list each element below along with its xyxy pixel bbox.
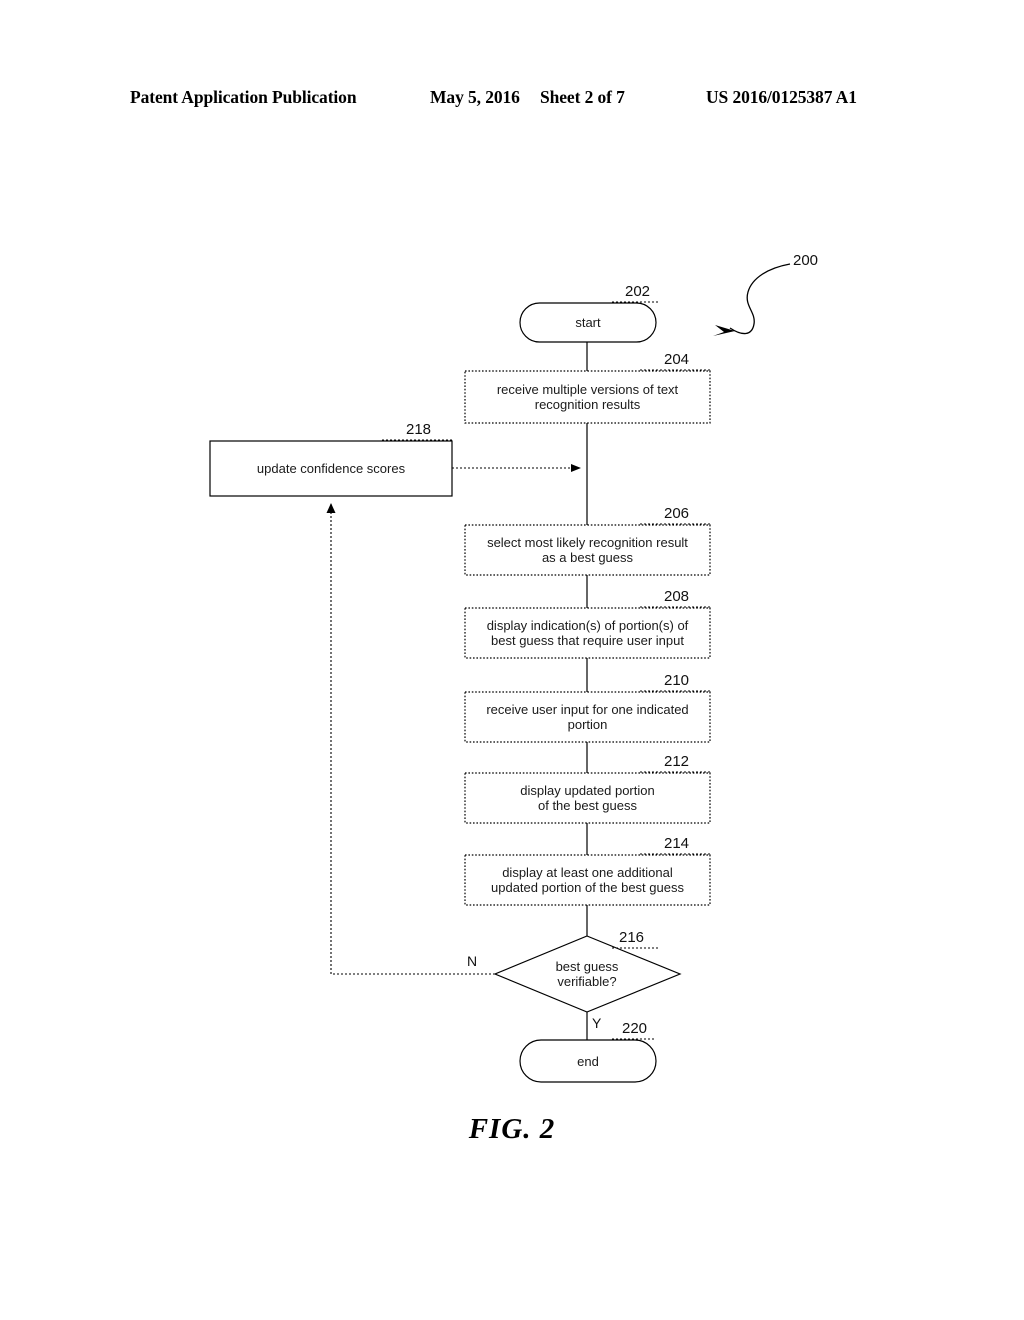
node-receive-user-input-shape	[464, 691, 711, 743]
node-select-best-guess-shape	[464, 524, 711, 576]
figure-caption: FIG. 2	[468, 1113, 556, 1145]
ref-num-216: 216	[619, 929, 645, 946]
node-display-updated-portion-shape	[464, 772, 711, 824]
ref-num-206: 206	[664, 505, 690, 522]
branch-label-yes: Y	[592, 1015, 602, 1031]
ref-num-212: 212	[664, 753, 690, 770]
ref-num-210: 210	[664, 672, 690, 689]
ref-num-214: 214	[664, 835, 690, 852]
ref-num-220: 220	[622, 1020, 648, 1037]
node-verify-decision-shape	[493, 935, 682, 1013]
node-end-shape	[519, 1039, 657, 1083]
node-display-indications-shape	[464, 607, 711, 659]
ref-num-200: 200	[793, 252, 819, 269]
node-receive-versions-shape	[464, 370, 711, 424]
node-start-shape	[519, 302, 657, 343]
node-display-additional-portion-shape	[464, 854, 711, 906]
ref-num-218: 218	[406, 421, 432, 438]
node-update-confidence-shape	[209, 440, 453, 497]
ref-num-208: 208	[664, 588, 690, 605]
ref-num-204: 204	[664, 351, 690, 368]
diagram-ref-leader	[713, 263, 791, 336]
ref-num-202: 202	[625, 283, 651, 300]
branch-label-no: N	[467, 953, 478, 969]
